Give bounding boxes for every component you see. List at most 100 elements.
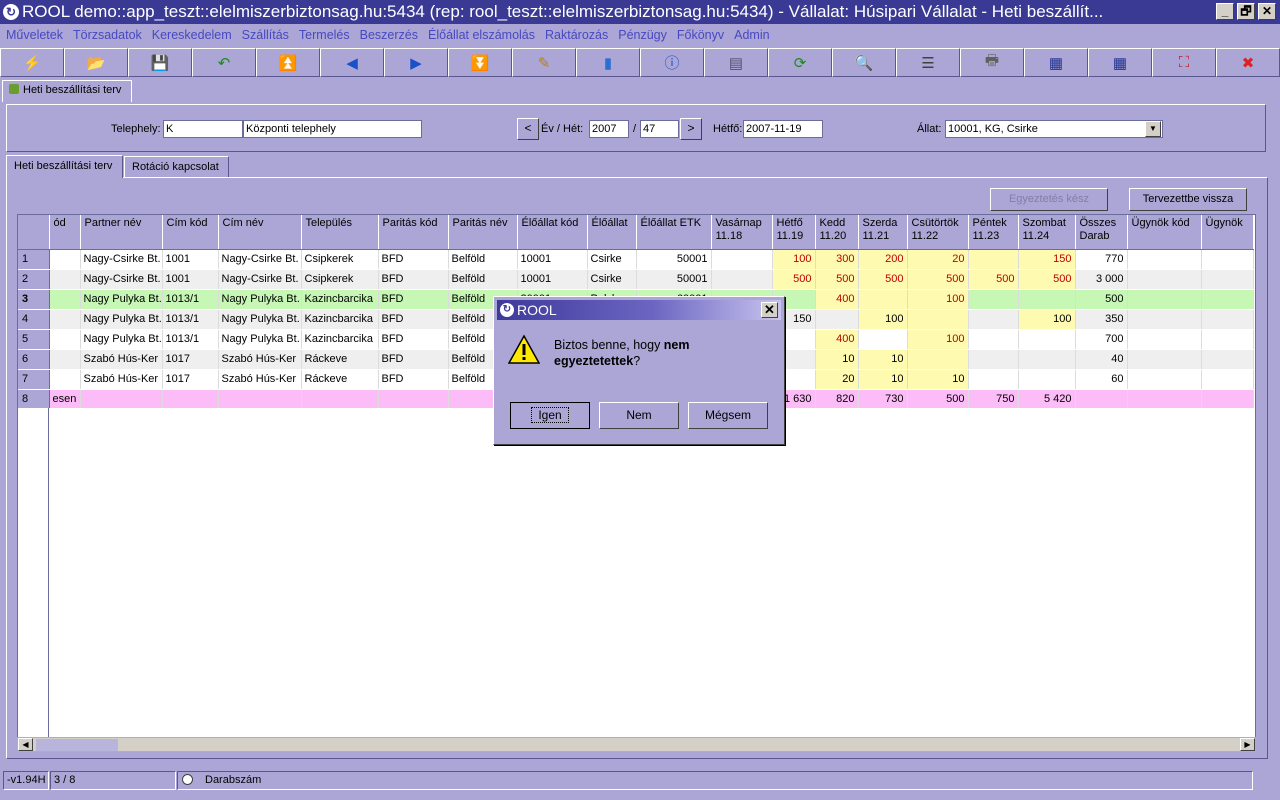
- grid-cell[interactable]: [1018, 349, 1076, 370]
- grid-cell[interactable]: [1201, 329, 1254, 350]
- grid-cell[interactable]: 500: [858, 269, 908, 290]
- grid-cell[interactable]: [1201, 309, 1254, 330]
- column-header[interactable]: Élőállat: [587, 215, 637, 250]
- grid-cell[interactable]: BFD: [378, 369, 449, 390]
- column-header[interactable]: Péntek 11.23: [968, 215, 1019, 250]
- grid-cell[interactable]: Nagy-Csirke Bt.: [218, 249, 302, 270]
- column-header[interactable]: Cím név: [218, 215, 302, 250]
- grid-cell[interactable]: [968, 309, 1019, 330]
- grid-cell[interactable]: BFD: [378, 349, 449, 370]
- allat-select[interactable]: 10001, KG, Csirke: [945, 120, 1163, 138]
- column-header[interactable]: Partner név: [80, 215, 163, 250]
- horizontal-scrollbar[interactable]: ◀ ▶: [17, 737, 1256, 752]
- toolbar-button-refresh[interactable]: ⟳: [768, 48, 832, 77]
- grid-cell[interactable]: Csirke: [587, 249, 637, 270]
- grid-cell[interactable]: Csipkerek: [301, 249, 379, 270]
- grid-cell[interactable]: 1013/1: [162, 289, 219, 310]
- grid-cell[interactable]: Nagy Pulyka Bt.: [80, 309, 163, 330]
- grid-cell[interactable]: esen: [49, 389, 81, 410]
- grid-cell[interactable]: Kazincbarcika: [301, 289, 379, 310]
- grid-cell[interactable]: 1013/1: [162, 329, 219, 350]
- row-number[interactable]: 1: [18, 249, 50, 270]
- grid-cell[interactable]: 10001: [517, 269, 588, 290]
- toolbar-button-exit[interactable]: ✖: [1216, 48, 1280, 77]
- grid-cell[interactable]: [1201, 389, 1254, 410]
- toolbar-button-form-view[interactable]: ▤: [704, 48, 768, 77]
- grid-cell[interactable]: 1017: [162, 349, 219, 370]
- grid-cell[interactable]: Csipkerek: [301, 269, 379, 290]
- grid-cell[interactable]: 700: [1075, 329, 1128, 350]
- megsem-button[interactable]: Mégsem: [688, 402, 768, 429]
- row-number[interactable]: 4: [18, 309, 50, 330]
- grid-cell[interactable]: Nagy-Csirke Bt.: [218, 269, 302, 290]
- grid-cell[interactable]: [49, 289, 81, 310]
- grid-cell[interactable]: [49, 369, 81, 390]
- close-window-button[interactable]: ✕: [1258, 3, 1276, 20]
- toolbar-button-save[interactable]: 💾: [128, 48, 192, 77]
- row-number[interactable]: 2: [18, 269, 50, 290]
- grid-cell[interactable]: 60: [1075, 369, 1128, 390]
- row-number[interactable]: 8: [18, 389, 50, 410]
- grid-cell[interactable]: [1201, 349, 1254, 370]
- toolbar-button-next[interactable]: ▶: [384, 48, 448, 77]
- scroll-left-icon[interactable]: ◀: [18, 738, 33, 751]
- grid-cell[interactable]: [858, 329, 908, 350]
- grid-cell[interactable]: Szabó Hús-Ker: [218, 349, 302, 370]
- grid-cell[interactable]: [49, 249, 81, 270]
- week-field[interactable]: 47: [640, 120, 679, 138]
- column-header[interactable]: Élőállat kód: [517, 215, 588, 250]
- table-row[interactable]: 2 Nagy-Csirke Bt. 1001 Nagy-Csirke Bt. Csipk…: [18, 269, 1254, 290]
- grid-cell[interactable]: [218, 389, 302, 410]
- toolbar-button-database[interactable]: ▮: [576, 48, 640, 77]
- tab-rotacio-kapcsolat[interactable]: Rotáció kapcsolat: [124, 156, 229, 178]
- grid-cell[interactable]: 400: [815, 289, 859, 310]
- hetfo-date-field[interactable]: 2007-11-19: [743, 120, 823, 138]
- toolbar-button-grid-import[interactable]: ▦: [1088, 48, 1152, 77]
- column-header[interactable]: Település: [301, 215, 379, 250]
- row-number[interactable]: 6: [18, 349, 50, 370]
- telephely-code-field[interactable]: K: [163, 120, 243, 138]
- grid-cell[interactable]: Nagy Pulyka Bt.: [218, 309, 302, 330]
- grid-cell[interactable]: BFD: [378, 249, 449, 270]
- grid-cell[interactable]: [80, 389, 163, 410]
- grid-cell[interactable]: 50001: [636, 269, 712, 290]
- menu-item-7[interactable]: Raktározás: [545, 28, 608, 42]
- grid-cell[interactable]: Ráckeve: [301, 369, 379, 390]
- dialog-close-button[interactable]: ✕: [761, 302, 778, 318]
- tab-heti-beszallitasi-terv-sub[interactable]: Heti beszállítási terv: [6, 155, 123, 178]
- grid-cell[interactable]: 400: [815, 329, 859, 350]
- grid-cell[interactable]: [1201, 369, 1254, 390]
- menu-item-5[interactable]: Beszerzés: [360, 28, 418, 42]
- toolbar-button-search[interactable]: 🔍: [832, 48, 896, 77]
- restore-button[interactable]: 🗗: [1237, 3, 1255, 20]
- grid-cell[interactable]: [858, 289, 908, 310]
- row-number[interactable]: 5: [18, 329, 50, 350]
- column-header[interactable]: Hétfő 11.19: [772, 215, 816, 250]
- grid-cell[interactable]: Nagy Pulyka Bt.: [218, 329, 302, 350]
- darabszam-radio[interactable]: [182, 774, 193, 785]
- grid-cell[interactable]: 1001: [162, 249, 219, 270]
- toolbar-button-rows[interactable]: ☰: [896, 48, 960, 77]
- column-header[interactable]: Összes Darab: [1075, 215, 1128, 250]
- grid-cell[interactable]: [1127, 369, 1202, 390]
- grid-cell[interactable]: 500: [907, 389, 969, 410]
- toolbar-button-grid-export[interactable]: ▦: [1024, 48, 1088, 77]
- grid-cell[interactable]: 10: [858, 369, 908, 390]
- grid-cell[interactable]: 500: [815, 269, 859, 290]
- grid-cell[interactable]: 500: [968, 269, 1019, 290]
- grid-cell[interactable]: Ráckeve: [301, 349, 379, 370]
- grid-cell[interactable]: [1201, 249, 1254, 270]
- grid-cell[interactable]: 500: [772, 269, 816, 290]
- grid-cell[interactable]: 10: [907, 369, 969, 390]
- grid-cell[interactable]: [968, 329, 1019, 350]
- row-number[interactable]: 3: [18, 289, 50, 310]
- next-week-button[interactable]: >: [680, 118, 702, 140]
- grid-cell[interactable]: [968, 249, 1019, 270]
- grid-cell[interactable]: [1127, 349, 1202, 370]
- grid-cell[interactable]: [1018, 369, 1076, 390]
- grid-cell[interactable]: 1017: [162, 369, 219, 390]
- grid-cell[interactable]: [1075, 389, 1128, 410]
- grid-cell[interactable]: [815, 309, 859, 330]
- grid-cell[interactable]: [162, 389, 219, 410]
- toolbar-button-lightning[interactable]: ⚡: [0, 48, 64, 77]
